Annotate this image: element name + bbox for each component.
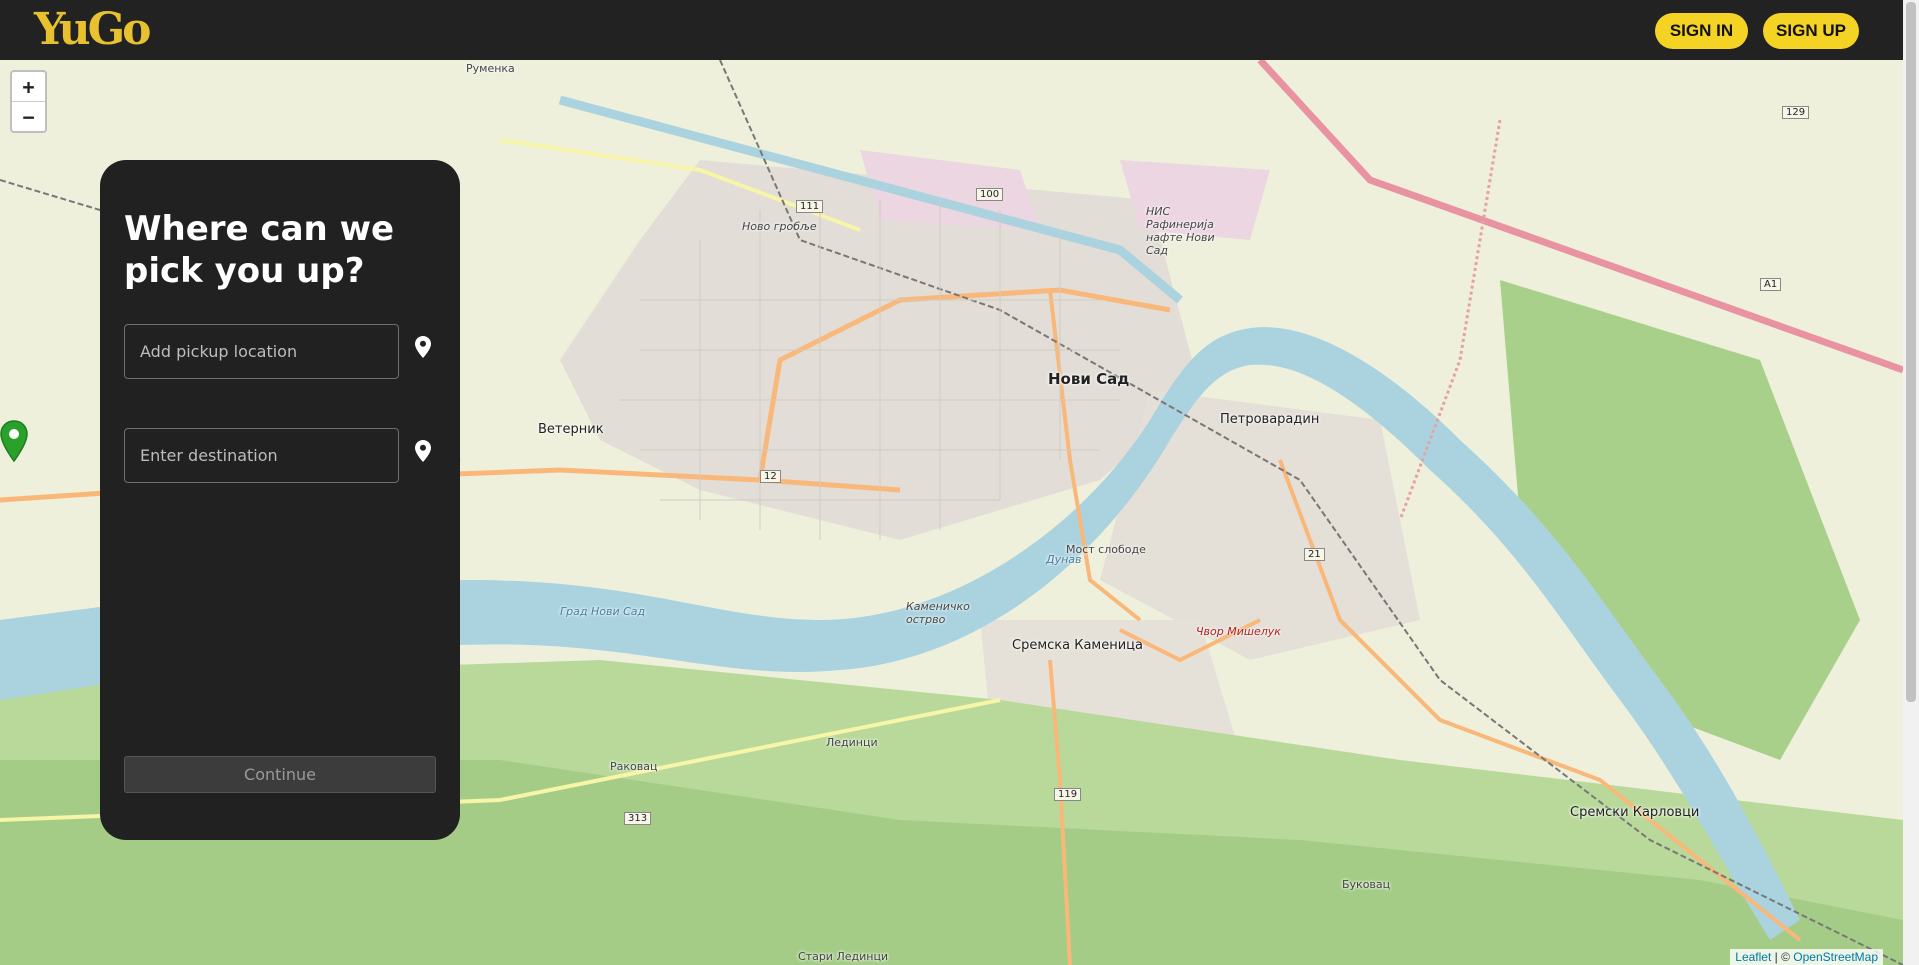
map-label-sremska-kamenica: Сремска Каменица	[1012, 638, 1143, 653]
map-label-petrovaradin: Петроварадин	[1220, 412, 1320, 427]
road-shield-21: 21	[1304, 548, 1325, 561]
map-label-sremski-karlovci: Сремски Карловци	[1570, 805, 1700, 820]
map-label-veternik: Ветерник	[538, 422, 604, 437]
destination-input[interactable]	[124, 428, 399, 483]
attribution-separator: | ©	[1771, 950, 1794, 964]
map-marker-icon[interactable]	[0, 420, 28, 462]
road-shield-12: 12	[760, 470, 781, 483]
map-label-rumenka: Руменка	[466, 62, 515, 75]
location-pin-icon[interactable]	[415, 440, 431, 462]
road-shield-129: 129	[1782, 106, 1810, 119]
top-nav-bar: YuGo SIGN IN SIGN UP	[0, 0, 1903, 60]
road-shield-100: 100	[976, 188, 1004, 201]
map-label-cvor-mishelkuk: Чвор Мишелук	[1196, 625, 1281, 638]
map-label-refinery: НИС Рафинерија нафте Нови Сад	[1146, 205, 1215, 257]
continue-button[interactable]: Continue	[124, 756, 436, 793]
scrollbar-thumb[interactable]	[1906, 2, 1916, 702]
pickup-location-input[interactable]	[124, 324, 399, 379]
map-label-dunav: Дунав	[1046, 553, 1082, 566]
map-label-grad-novi-sad: Град Нови Сад	[560, 605, 646, 618]
openstreetmap-link[interactable]: OpenStreetMap	[1793, 950, 1878, 964]
sign-up-button[interactable]: SIGN UP	[1763, 13, 1859, 49]
map-label-rakovac: Раковац	[610, 760, 658, 773]
logo-text: YuGo	[34, 4, 151, 55]
page-scrollbar[interactable]	[1903, 0, 1919, 965]
map-label-kamenicko-ostrvo: Каменичко острво	[906, 600, 970, 626]
map-label-ledinci: Лединци	[826, 736, 878, 749]
map-label-novi-sad: Нови Сад	[1048, 370, 1130, 388]
road-shield-111: 111	[796, 200, 824, 213]
zoom-in-button[interactable]: +	[12, 72, 45, 101]
zoom-control: + −	[10, 70, 47, 133]
road-shield-a1: A1	[1760, 278, 1782, 291]
yugo-logo[interactable]: YuGo	[34, 4, 151, 56]
location-pin-icon[interactable]	[415, 336, 431, 358]
pickup-panel: Where can we pick you up? Continue	[100, 160, 460, 840]
map-label-stari-ledinci: Стари Лединци	[798, 950, 889, 963]
sign-in-button[interactable]: SIGN IN	[1655, 13, 1748, 49]
road-shield-119: 119	[1054, 788, 1082, 801]
map-label-novo-groblje: Ново гробље	[742, 220, 817, 233]
map-label-bukovac: Буковац	[1342, 878, 1391, 891]
road-shield-313: 313	[624, 812, 652, 825]
leaflet-link[interactable]: Leaflet	[1735, 950, 1771, 964]
zoom-out-button[interactable]: −	[12, 101, 45, 131]
panel-title: Where can we pick you up?	[124, 209, 395, 291]
map-attribution: Leaflet | © OpenStreetMap	[1730, 949, 1883, 965]
